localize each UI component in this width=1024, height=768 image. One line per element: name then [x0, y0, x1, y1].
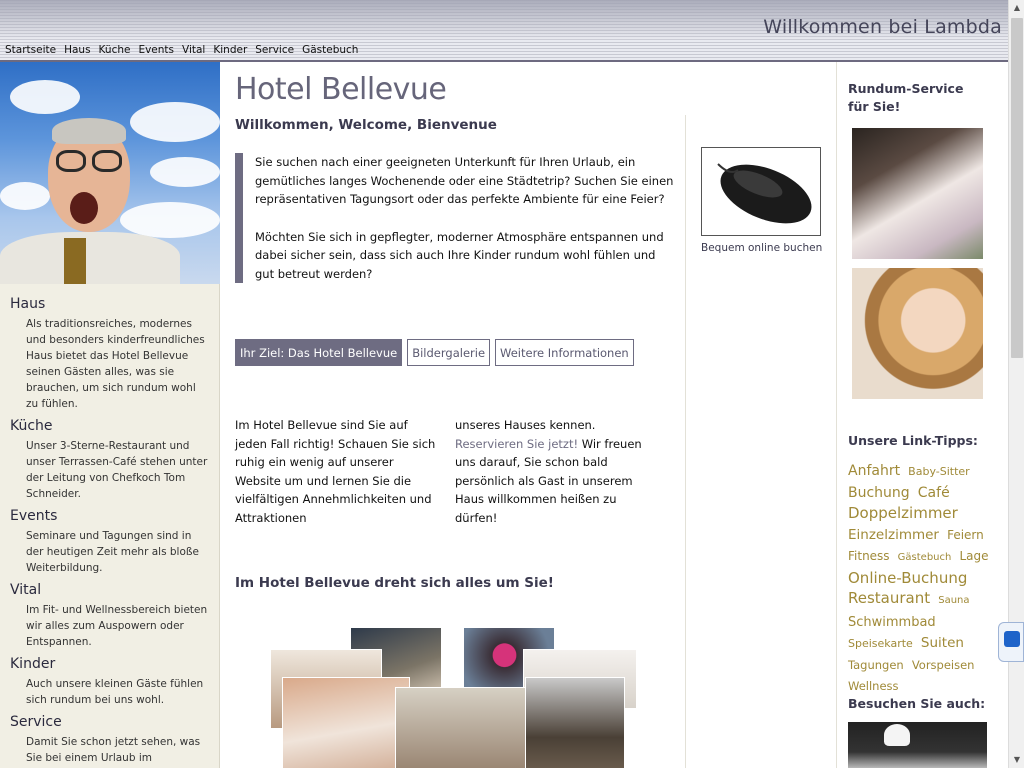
sidebar-item-service: Service Damit Sie schon jetzt sehen, was…	[10, 714, 209, 768]
site-header: Willkommen bei Lambda Startseite Haus Kü…	[0, 0, 1008, 62]
sidebar-item-kueche: Küche Unser 3-Sterne-Restaurant und unse…	[10, 418, 209, 502]
main-content: Hotel Bellevue Willkommen, Welcome, Bien…	[235, 62, 685, 768]
tag-link[interactable]: Fitness	[848, 549, 890, 563]
sidebar-text: Als traditionsreiches, modernes und beso…	[26, 318, 205, 410]
sidebar-text: Im Fit- und Wellnessbereich bieten wir a…	[26, 604, 208, 648]
collage-photo-wellness	[282, 677, 410, 768]
tag-link[interactable]: Einzelzimmer	[848, 527, 939, 543]
nav-gaestebuch[interactable]: Gästebuch	[302, 44, 358, 56]
collage-photo-hall	[395, 687, 527, 768]
cloud-shape	[130, 102, 220, 142]
cloud-shape	[120, 202, 220, 238]
tag-link[interactable]: Anfahrt	[848, 463, 900, 479]
wedding-photo	[852, 128, 983, 259]
tab-bildergalerie[interactable]: Bildergalerie	[407, 339, 491, 366]
tag-link[interactable]: Speisekarte	[848, 637, 913, 650]
tag-link[interactable]: Café	[918, 485, 950, 501]
sidebar-text: Auch unsere kleinen Gäste fühlen sich ru…	[26, 678, 204, 706]
tag-link[interactable]: Wellness	[848, 679, 899, 693]
sidebar-section-list: Haus Als traditionsreiches, modernes und…	[0, 284, 219, 768]
tag-link[interactable]: Sauna	[938, 595, 969, 606]
sidebar-text: Damit Sie schon jetzt sehen, was Sie bei…	[26, 736, 201, 764]
nav-haus[interactable]: Haus	[64, 44, 90, 56]
top-navigation: Startseite Haus Küche Events Vital Kinde…	[5, 44, 358, 56]
tag-link[interactable]: Restaurant	[848, 589, 930, 607]
nav-service[interactable]: Service	[255, 44, 294, 56]
welcome-heading: Willkommen, Welcome, Bienvenue	[235, 117, 497, 133]
nav-events[interactable]: Events	[138, 44, 174, 56]
remote-support-icon[interactable]	[998, 622, 1024, 662]
intro-paragraph-1: Sie suchen nach einer geeigneten Unterku…	[255, 155, 674, 206]
tag-link[interactable]: Tagungen	[848, 658, 904, 672]
sidebar-heading[interactable]: Haus	[10, 296, 209, 312]
tag-link[interactable]: Buchung	[848, 485, 910, 501]
woman-camera-photo	[852, 268, 983, 399]
cloud-shape	[150, 157, 220, 187]
sidebar-heading[interactable]: Vital	[10, 582, 209, 598]
right-sidebar: Rundum-Service für Sie! Unsere Link-Tipp…	[836, 62, 1008, 768]
service-heading: Rundum-Service für Sie!	[848, 81, 964, 114]
sidebar-item-kinder: Kinder Auch unsere kleinen Gäste fühlen …	[10, 656, 209, 708]
tag-link[interactable]: Schwimmbad	[848, 615, 936, 630]
collage-photo-meeting	[525, 677, 625, 768]
glasses-icon	[54, 150, 126, 174]
chef-hat	[884, 724, 910, 746]
sidebar-text: Seminare und Tagungen sind in der heutig…	[26, 530, 199, 574]
sidebar-item-haus: Haus Als traditionsreiches, modernes und…	[10, 296, 209, 412]
sidebar-heading[interactable]: Events	[10, 508, 209, 524]
nav-kueche[interactable]: Küche	[99, 44, 131, 56]
sidebar-heading[interactable]: Kinder	[10, 656, 209, 672]
tag-cloud: Anfahrt Baby-Sitter Buchung Café Doppelz…	[848, 460, 998, 697]
scroll-up-icon[interactable]: ▲	[1009, 0, 1024, 16]
hero-image-shouting-man	[0, 62, 220, 284]
scroll-down-icon[interactable]: ▼	[1009, 752, 1024, 768]
intro-paragraph-2: Möchten Sie sich in gepflegter, moderner…	[255, 229, 664, 281]
nav-startseite[interactable]: Startseite	[5, 44, 56, 56]
tab-hotel-bellevue[interactable]: Ihr Ziel: Das Hotel Bellevue	[235, 339, 403, 366]
intro-quote: Sie suchen nach einer geeigneten Unterku…	[235, 153, 675, 283]
chef-photo	[848, 722, 987, 768]
ad-caption[interactable]: Bequem online buchen	[701, 242, 822, 254]
man-mouth	[70, 192, 98, 224]
content-tabs: Ihr Ziel: Das Hotel Bellevue Bildergaler…	[235, 339, 685, 366]
reserve-link[interactable]: Reservieren Sie jetzt!	[455, 437, 578, 451]
column-text-2-start: unseres Hauses kennen.	[455, 418, 596, 432]
sidebar-heading[interactable]: Service	[10, 714, 209, 730]
tab-weitere-informationen[interactable]: Weitere Informationen	[495, 339, 634, 366]
booking-ad[interactable]	[701, 147, 821, 236]
cloud-shape	[0, 182, 50, 210]
column-text-1: Im Hotel Bellevue sind Sie auf jeden Fal…	[235, 418, 436, 525]
tag-link[interactable]: Vorspeisen	[912, 658, 975, 672]
tag-link[interactable]: Lage	[959, 549, 988, 563]
tag-link[interactable]: Online-Buchung	[848, 569, 967, 587]
two-column-text: Im Hotel Bellevue sind Sie auf jeden Fal…	[235, 416, 685, 527]
left-sidebar: Haus Als traditionsreiches, modernes und…	[0, 62, 220, 768]
links-heading: Unsere Link-Tipps:	[848, 433, 978, 448]
man-hair	[52, 118, 126, 144]
photo-collage	[235, 627, 637, 768]
page-title: Hotel Bellevue	[235, 72, 447, 107]
mouse-icon	[717, 163, 812, 224]
tag-link[interactable]: Doppelzimmer	[848, 504, 958, 522]
tag-link[interactable]: Baby-Sitter	[908, 465, 970, 478]
site-title: Willkommen bei Lambda	[763, 16, 1002, 38]
nav-kinder[interactable]: Kinder	[213, 44, 247, 56]
man-shirt	[0, 232, 180, 284]
scrollbar-thumb[interactable]	[1011, 18, 1023, 358]
column-text-2: unseres Hauses kennen. Reservieren Sie j…	[455, 416, 659, 527]
man-tie	[64, 238, 86, 284]
sidebar-item-vital: Vital Im Fit- und Wellnessbereich bieten…	[10, 582, 209, 650]
tag-link[interactable]: Suiten	[921, 635, 964, 651]
section-heading: Im Hotel Bellevue dreht sich alles um Si…	[235, 575, 554, 591]
cloud-shape	[10, 80, 80, 114]
nav-vital[interactable]: Vital	[182, 44, 205, 56]
sidebar-heading[interactable]: Küche	[10, 418, 209, 434]
column-divider	[685, 115, 686, 768]
visit-heading: Besuchen Sie auch:	[848, 696, 986, 711]
tag-link[interactable]: Feiern	[947, 528, 984, 542]
sidebar-item-events: Events Seminare und Tagungen sind in der…	[10, 508, 209, 576]
sidebar-text: Unser 3-Sterne-Restaurant und unser Terr…	[26, 440, 208, 500]
tag-link[interactable]: Gästebuch	[898, 552, 952, 563]
